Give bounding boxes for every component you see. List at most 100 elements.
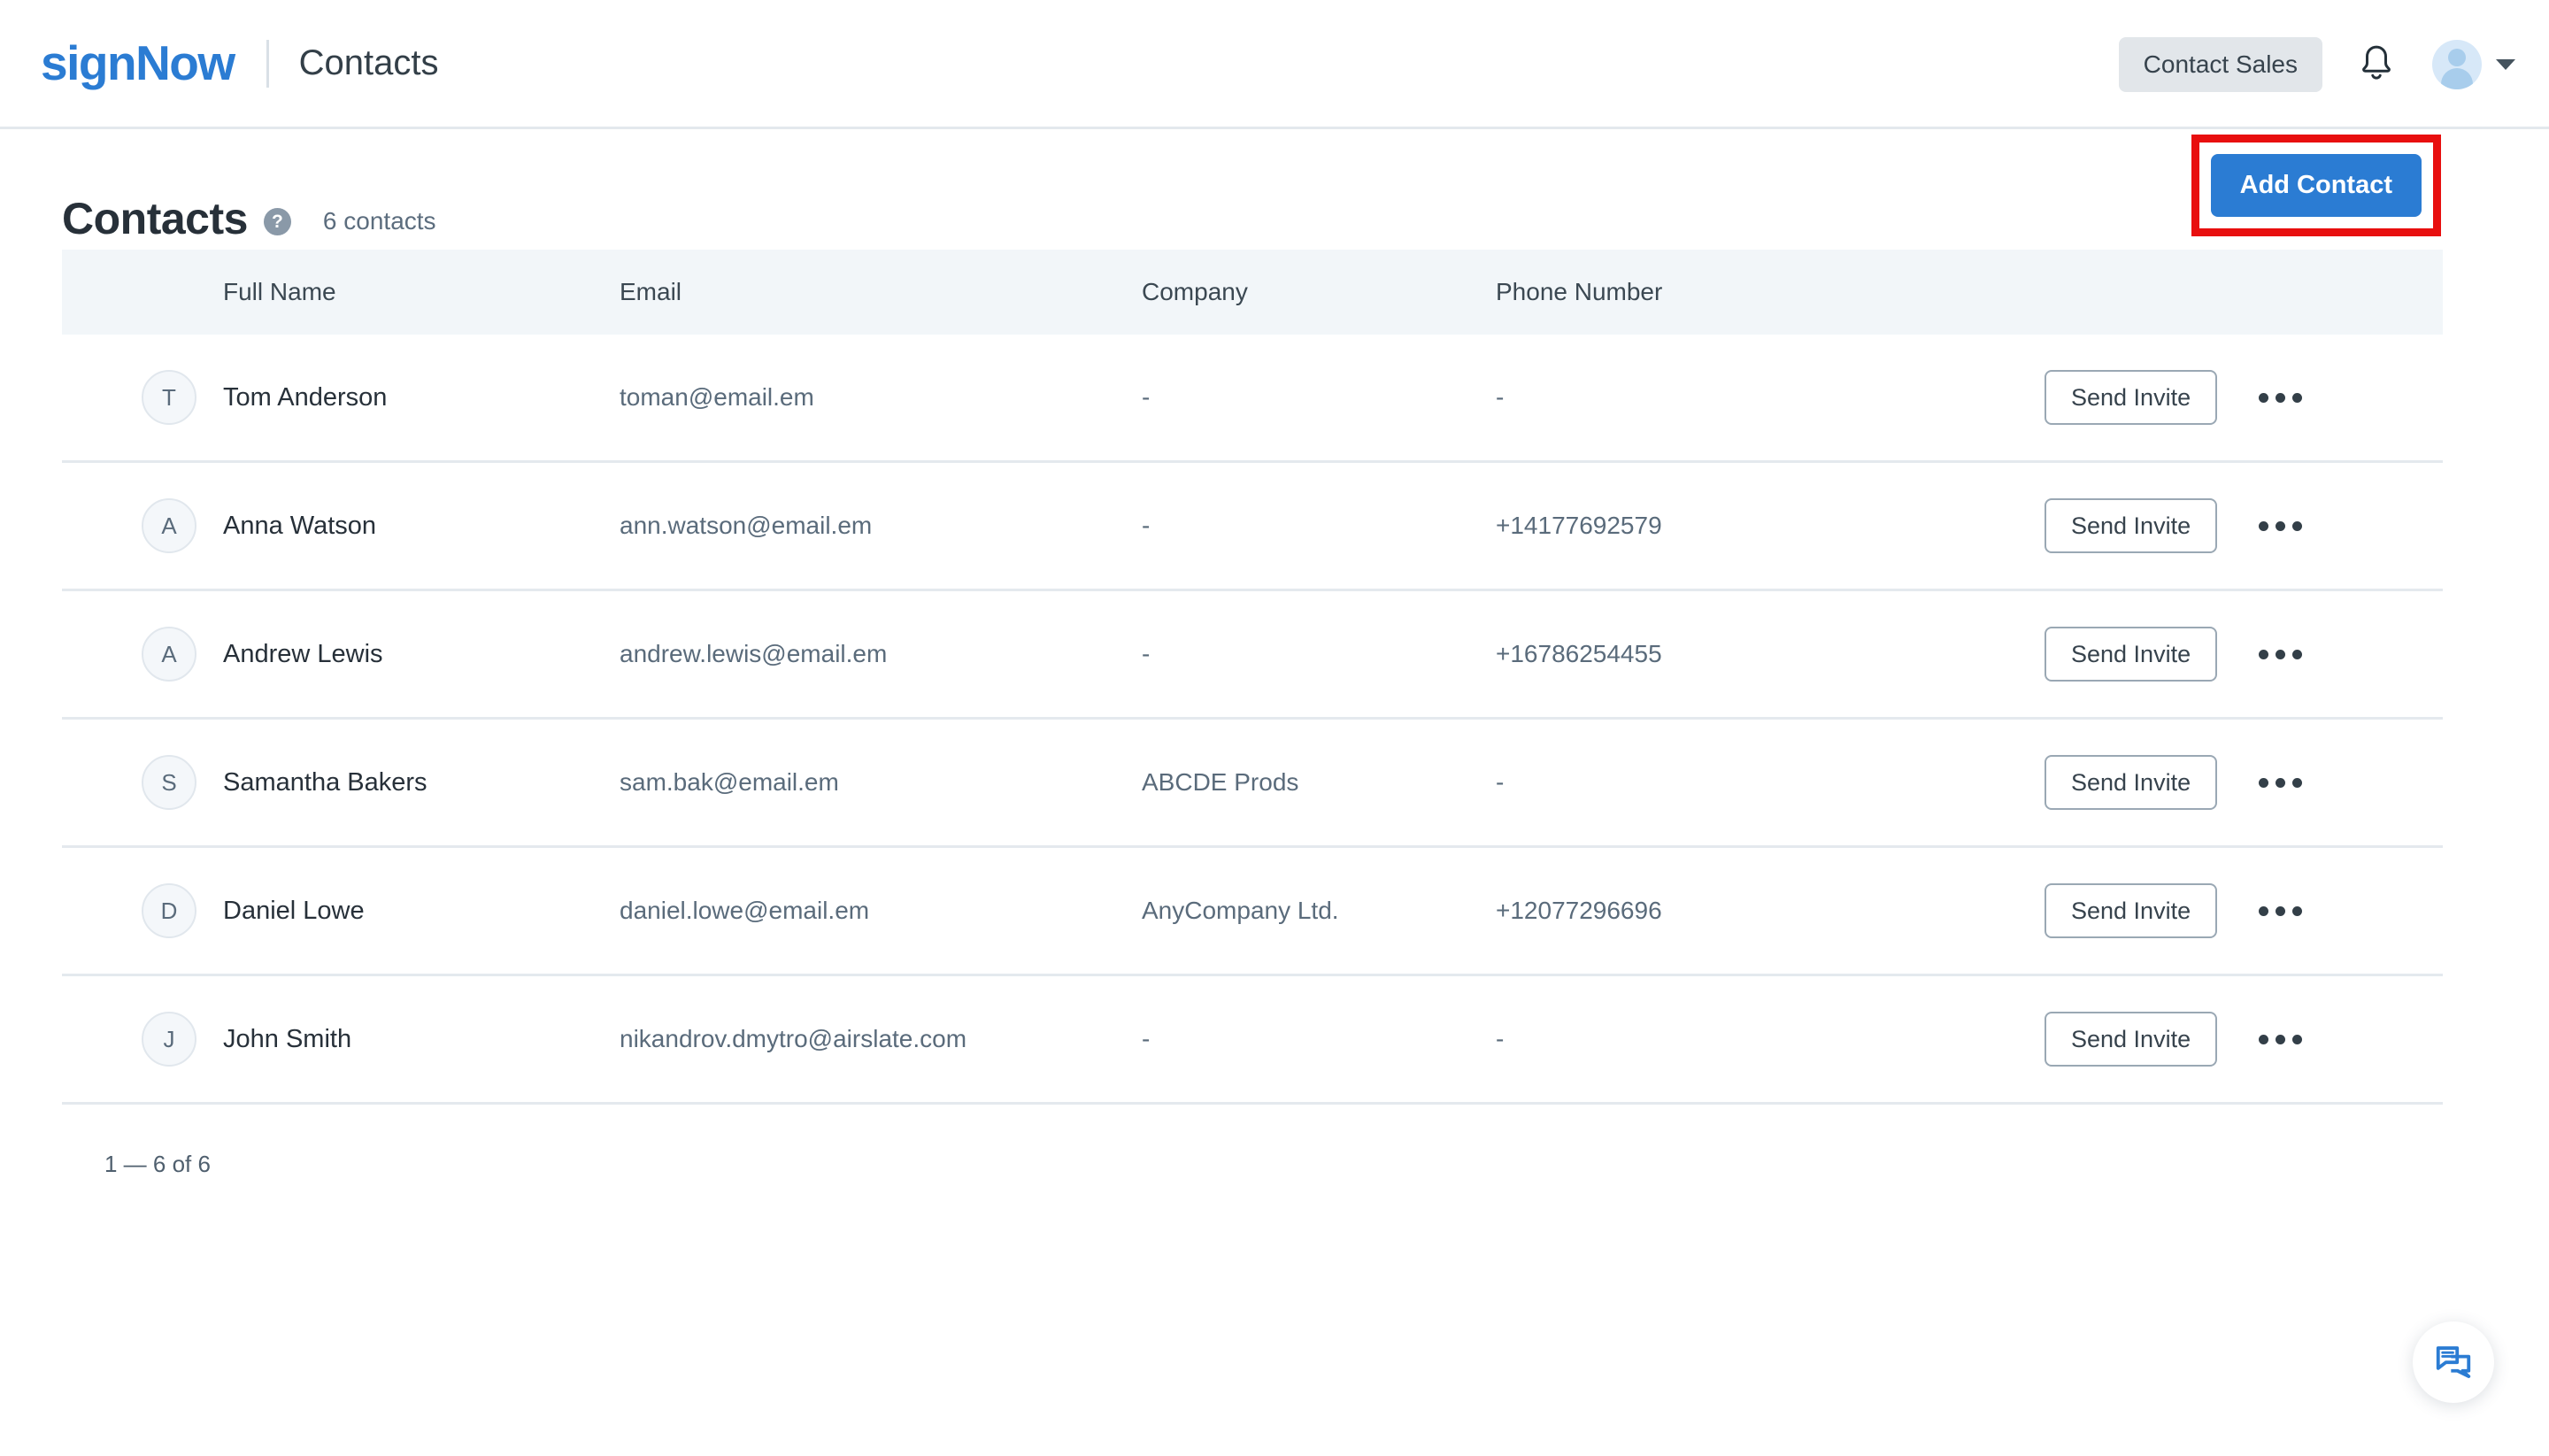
avatar [2432, 40, 2482, 89]
table-row[interactable]: J John Smith nikandrov.dmytro@airslate.com… [62, 976, 2443, 1105]
cell-company: - [1142, 383, 1151, 411]
cell-full-name: A Anna Watson [62, 498, 620, 553]
chat-bubbles-icon [2433, 1341, 2474, 1384]
table-row[interactable]: A Anna Watson ann.watson@email.em - +1417769… [62, 463, 2443, 591]
brand-zone: signNow Contacts [0, 39, 439, 88]
contact-name: John Smith [223, 1024, 352, 1053]
add-contact-button[interactable]: Add Contact [2210, 154, 2422, 217]
row-more-menu-button[interactable] [2249, 1012, 2311, 1067]
bell-icon [2358, 43, 2395, 87]
contact-avatar-icon: A [142, 498, 196, 553]
contact-sales-button[interactable]: Contact Sales [2118, 37, 2322, 92]
ellipsis-icon [2275, 777, 2285, 788]
cell-company: - [1142, 512, 1151, 539]
header-page-label: Contacts [298, 43, 439, 82]
ellipsis-icon [2291, 777, 2302, 788]
cell-actions: Send Invite [2045, 883, 2443, 938]
cell-phone-number: +16786254455 [1496, 640, 1662, 667]
row-more-menu-button[interactable] [2249, 883, 2311, 938]
ellipsis-icon [2275, 392, 2285, 403]
ellipsis-icon [2258, 777, 2268, 788]
contact-name: Tom Anderson [223, 382, 388, 412]
notifications-button[interactable] [2344, 32, 2409, 97]
cell-actions: Send Invite [2045, 1012, 2443, 1067]
contact-avatar-icon: D [142, 883, 196, 938]
ellipsis-icon [2291, 905, 2302, 916]
ellipsis-icon [2291, 649, 2302, 659]
row-more-menu-button[interactable] [2249, 498, 2311, 553]
pagination-label: 1 — 6 of 6 [104, 1151, 211, 1177]
table-row[interactable]: A Andrew Lewis andrew.lewis@email.em - +1678… [62, 591, 2443, 720]
cell-company: - [1142, 1025, 1151, 1052]
cell-actions: Send Invite [2045, 498, 2443, 553]
send-invite-button[interactable]: Send Invite [2045, 370, 2218, 425]
cell-phone-number: +12077296696 [1496, 897, 1662, 924]
table-row[interactable]: T Tom Anderson toman@email.em - - Send Invite [62, 335, 2443, 463]
header-divider [266, 39, 269, 88]
ellipsis-icon [2258, 1034, 2268, 1044]
row-more-menu-button[interactable] [2249, 370, 2311, 425]
cell-email: daniel.lowe@email.em [620, 897, 870, 924]
account-menu[interactable] [2432, 40, 2515, 89]
ellipsis-icon [2258, 520, 2268, 531]
cell-company: ABCDE Prods [1142, 768, 1299, 796]
add-contact-highlight-annotation: Add Contact [2191, 135, 2441, 236]
contacts-count-label: 6 contacts [322, 207, 436, 235]
table-row[interactable]: D Daniel Lowe daniel.lowe@email.em AnyCompa… [62, 848, 2443, 976]
cell-company: - [1142, 640, 1151, 667]
page-title-row: Contacts ? 6 contacts Add Contact [0, 129, 2549, 243]
cell-phone-number: - [1496, 383, 1505, 411]
contacts-table: Full Name Email Company Phone Number T To… [0, 250, 2549, 1178]
contact-avatar-icon: T [142, 370, 196, 425]
column-header-company: Company [1142, 278, 1248, 305]
ellipsis-icon [2258, 392, 2268, 403]
ellipsis-icon [2291, 520, 2302, 531]
ellipsis-icon [2275, 905, 2285, 916]
cell-actions: Send Invite [2045, 627, 2443, 682]
cell-phone-number: +14177692579 [1496, 512, 1662, 539]
cell-email: toman@email.em [620, 383, 814, 411]
send-invite-button[interactable]: Send Invite [2045, 755, 2218, 810]
cell-phone-number: - [1496, 1025, 1505, 1052]
send-invite-button[interactable]: Send Invite [2045, 627, 2218, 682]
column-header-phone-number: Phone Number [1496, 278, 1663, 305]
send-invite-button[interactable]: Send Invite [2045, 498, 2218, 553]
contact-avatar-icon: A [142, 627, 196, 682]
cell-full-name: J John Smith [62, 1012, 620, 1067]
header-actions: Contact Sales [2118, 0, 2515, 129]
cell-email: sam.bak@email.em [620, 768, 839, 796]
row-more-menu-button[interactable] [2249, 755, 2311, 810]
cell-full-name: D Daniel Lowe [62, 883, 620, 938]
contact-avatar-icon: S [142, 755, 196, 810]
ellipsis-icon [2291, 392, 2302, 403]
ellipsis-icon [2291, 1034, 2302, 1044]
contact-name: Andrew Lewis [223, 639, 383, 668]
column-header-full-name: Full Name [223, 278, 336, 305]
page-title: Contacts [62, 194, 248, 243]
ellipsis-icon [2258, 649, 2268, 659]
chevron-down-icon [2496, 59, 2515, 70]
column-header-email: Email [620, 278, 682, 305]
cell-company: AnyCompany Ltd. [1142, 897, 1339, 924]
cell-phone-number: - [1496, 768, 1505, 796]
contact-name: Anna Watson [223, 511, 377, 540]
logo-text-sign: sign [41, 35, 137, 90]
cell-full-name: S Samantha Bakers [62, 755, 620, 810]
ellipsis-icon [2275, 520, 2285, 531]
cell-actions: Send Invite [2045, 755, 2443, 810]
contact-name: Samantha Bakers [223, 767, 427, 797]
cell-full-name: A Andrew Lewis [62, 627, 620, 682]
help-icon[interactable]: ? [263, 207, 291, 235]
table-row[interactable]: S Samantha Bakers sam.bak@email.em ABCDE Pr… [62, 720, 2443, 848]
cell-email: nikandrov.dmytro@airslate.com [620, 1025, 967, 1052]
app-header: signNow Contacts Contact Sales [0, 0, 2549, 129]
send-invite-button[interactable]: Send Invite [2045, 1012, 2218, 1067]
contact-avatar-icon: J [142, 1012, 196, 1067]
send-invite-button[interactable]: Send Invite [2045, 883, 2218, 938]
row-more-menu-button[interactable] [2249, 627, 2311, 682]
contact-name: Daniel Lowe [223, 896, 365, 925]
support-chat-button[interactable] [2413, 1321, 2494, 1403]
cell-full-name: T Tom Anderson [62, 370, 620, 425]
signnow-logo[interactable]: signNow [41, 39, 235, 88]
table-header-row: Full Name Email Company Phone Number [62, 250, 2443, 335]
